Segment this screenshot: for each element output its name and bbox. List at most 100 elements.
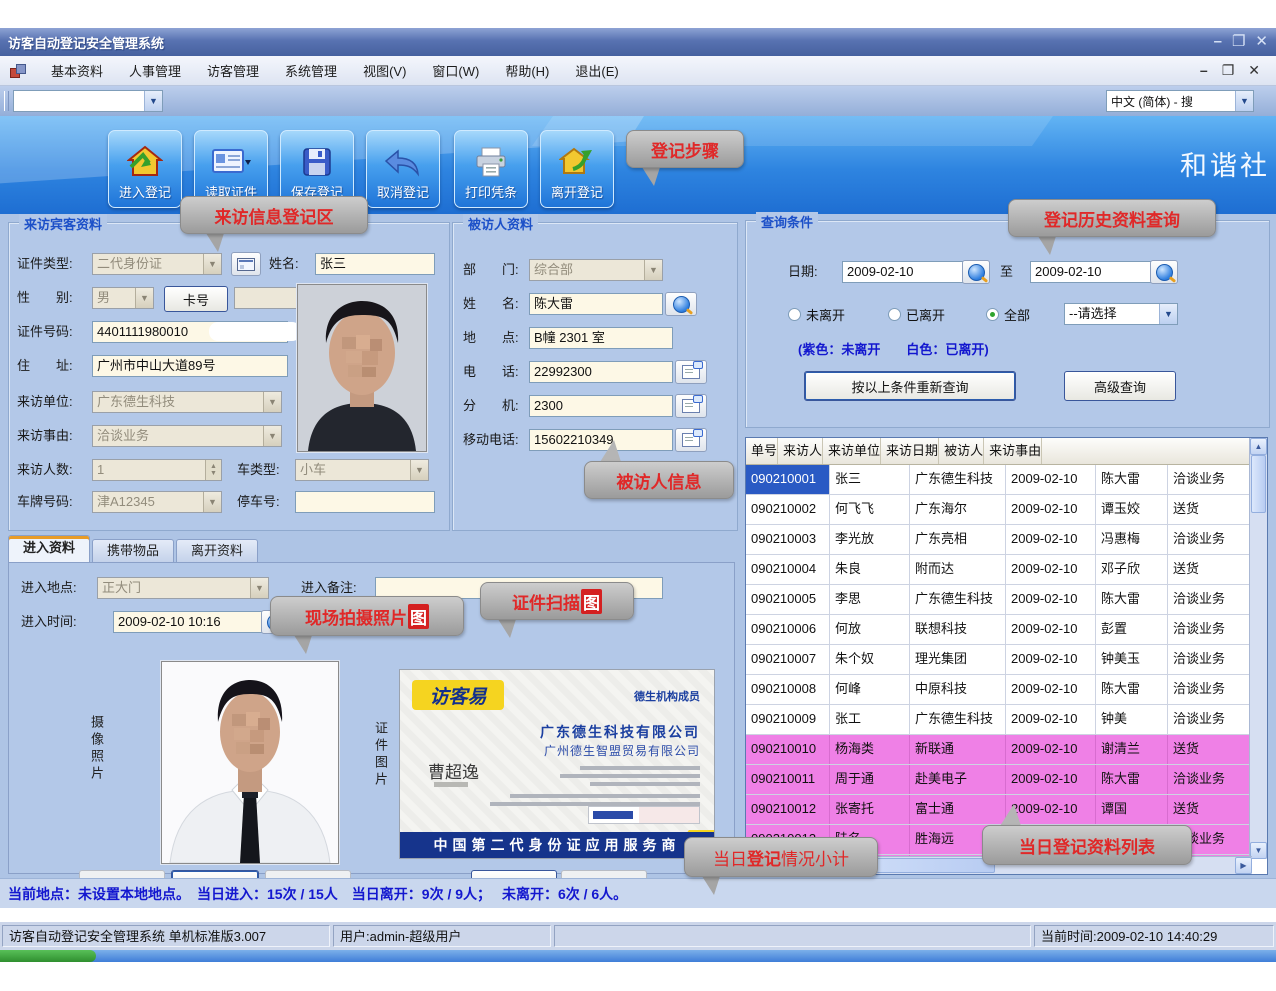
menu-item[interactable]: 系统管理 [272, 57, 350, 84]
quick-combo[interactable]: ▼ [13, 90, 163, 112]
menu-item[interactable]: 退出(E) [562, 57, 631, 84]
dept-combo[interactable]: 综合部 ▼ [529, 259, 663, 281]
card-number-field[interactable] [234, 287, 298, 309]
radio-option[interactable]: 未离开 [788, 305, 845, 324]
card-reader-button[interactable] [231, 252, 261, 276]
table-column-header[interactable]: 来访事由 [984, 438, 1042, 464]
advanced-query-button[interactable]: 高级查询 [1064, 371, 1176, 401]
visitor-count-spinner[interactable]: 1 ▲▼ [92, 459, 222, 481]
menu-item[interactable]: 访客管理 [194, 57, 272, 84]
menu-item[interactable]: 视图(V) [350, 57, 419, 84]
visited-name-field[interactable]: 陈大雷 [529, 293, 663, 315]
cell-visited: 谭国 [1096, 795, 1168, 824]
scroll-right-icon[interactable]: ▶ [1235, 857, 1252, 874]
table-column-header[interactable]: 来访单位 [823, 438, 881, 464]
gender-combo[interactable]: 男 ▼ [92, 287, 154, 309]
menu-item[interactable]: 窗口(W) [419, 57, 492, 84]
table-row[interactable]: 090210003 李光放 广东亮相 2009-02-10 冯惠梅 洽谈业务 [746, 525, 1252, 555]
visitor-name-field[interactable]: 张三 [315, 253, 435, 275]
vehicle-type-combo[interactable]: 小车 ▼ [295, 459, 429, 481]
menu-item[interactable]: 基本资料 [38, 57, 116, 84]
table-row[interactable]: 090210002 何飞飞 广东海尔 2009-02-10 谭玉姣 送货 [746, 495, 1252, 525]
menu-item[interactable]: 帮助(H) [492, 57, 562, 84]
restore-icon[interactable]: ❐ [1232, 34, 1245, 50]
cell-date: 2009-02-10 [1006, 645, 1096, 674]
mdi-close-icon[interactable]: ✕ [1248, 62, 1260, 79]
cancel-registration-button[interactable]: 取消登记 [366, 130, 440, 208]
chevron-down-icon[interactable]: ▼ [203, 492, 221, 512]
close-icon[interactable]: ✕ [1255, 34, 1268, 50]
language-bar[interactable]: 中文 (简体) - 搜 ▼ [1106, 90, 1254, 112]
visit-company-combo[interactable]: 广东德生科技 ▼ [92, 391, 282, 413]
table-row[interactable]: 090210001 张三 广东德生科技 2009-02-10 陈大雷 洽谈业务 [746, 465, 1252, 495]
button-label: 进入登记 [119, 182, 171, 201]
chevron-down-icon[interactable]: ▼ [1235, 91, 1253, 111]
menu-item[interactable]: 人事管理 [116, 57, 194, 84]
entry-time-field[interactable]: 2009-02-10 10:16 [113, 611, 265, 633]
date-from-picker-button[interactable] [962, 260, 990, 284]
card-company-1: 广东德生科技有限公司 [540, 722, 700, 742]
cell-reason: 洽谈业务 [1168, 615, 1252, 644]
location-field[interactable]: B幢 2301 室 [529, 327, 673, 349]
cell-reason: 送货 [1168, 735, 1252, 764]
scroll-down-icon[interactable]: ▼ [1250, 842, 1267, 859]
print-ticket-button[interactable]: 打印凭条 [454, 130, 528, 208]
cert-type-combo[interactable]: 二代身份证 ▼ [92, 253, 222, 275]
plate-combo[interactable]: 津A12345 ▼ [92, 491, 222, 513]
table-row[interactable]: 090210007 朱个奴 理光集团 2009-02-10 钟美玉 洽谈业务 [746, 645, 1252, 675]
tab-carried-items[interactable]: 携带物品 [92, 539, 174, 562]
table-column-header[interactable]: 被访人 [939, 438, 984, 464]
callout-daily-summary: 当日登记情况小计 [684, 837, 878, 877]
mdi-minimize-icon[interactable]: – [1200, 62, 1208, 79]
radio-option[interactable]: 已离开 [888, 305, 945, 324]
minimize-icon[interactable]: – [1214, 34, 1222, 50]
table-row[interactable]: 090210005 李思 广东德生科技 2009-02-10 陈大雷 洽谈业务 [746, 585, 1252, 615]
address-field[interactable]: 广州市中山大道89号 [92, 355, 288, 377]
mdi-restore-icon[interactable]: ❐ [1222, 62, 1235, 79]
card-number-button[interactable]: 卡号 [164, 286, 228, 312]
table-row[interactable]: 090210004 朱良 附而达 2009-02-10 邓子欣 送货 [746, 555, 1252, 585]
spinner-arrows-icon[interactable]: ▲▼ [205, 460, 221, 480]
entry-place-combo[interactable]: 正大门 ▼ [97, 577, 269, 599]
table-column-header[interactable]: 来访日期 [881, 438, 939, 464]
phone-field[interactable]: 22992300 [529, 361, 673, 383]
search-person-button[interactable] [665, 292, 697, 316]
enter-registration-button[interactable]: 进入登记 [108, 130, 182, 208]
radio-option[interactable]: 全部 [986, 305, 1030, 324]
table-row[interactable]: 090210009 张工 广东德生科技 2009-02-10 钟美 洽谈业务 [746, 705, 1252, 735]
chevron-down-icon[interactable]: ▼ [203, 254, 221, 274]
scroll-up-icon[interactable]: ▲ [1250, 438, 1267, 455]
leave-registration-button[interactable]: 离开登记 [540, 130, 614, 208]
date-to-picker-button[interactable] [1150, 260, 1178, 284]
statusbar-time: 当前时间:2009-02-10 14:40:29 [1034, 925, 1274, 947]
table-row[interactable]: 090210010 杨海类 新联通 2009-02-10 谢清兰 送货 [746, 735, 1252, 765]
chevron-down-icon[interactable]: ▼ [144, 91, 162, 111]
table-column-header[interactable]: 来访人 [778, 438, 823, 464]
table-row[interactable]: 090210011 周于通 赴美电子 2009-02-10 陈大雷 洽谈业务 [746, 765, 1252, 795]
vertical-scrollbar[interactable]: ▲ ▼ [1249, 438, 1267, 859]
call-mobile-button[interactable] [675, 428, 707, 452]
chevron-down-icon[interactable]: ▼ [644, 260, 662, 280]
chevron-down-icon[interactable]: ▼ [135, 288, 153, 308]
filter-select[interactable]: --请选择 ▼ [1064, 303, 1178, 325]
tab-leave-info[interactable]: 离开资料 [176, 539, 258, 562]
date-from-field[interactable]: 2009-02-10 [842, 261, 966, 283]
chevron-down-icon[interactable]: ▼ [263, 426, 281, 446]
table-column-header[interactable]: 单号 [746, 438, 778, 464]
call-phone-button[interactable] [675, 360, 707, 384]
table-row[interactable]: 090210006 何放 联想科技 2009-02-10 彭置 洽谈业务 [746, 615, 1252, 645]
vertical-scroll-thumb[interactable] [1251, 455, 1266, 513]
requery-button[interactable]: 按以上条件重新查询 [804, 371, 1016, 401]
date-to-field[interactable]: 2009-02-10 [1030, 261, 1154, 283]
tab-entry-info[interactable]: 进入资料 [8, 535, 90, 562]
chevron-down-icon[interactable]: ▼ [263, 392, 281, 412]
visit-reason-combo[interactable]: 洽谈业务 ▼ [92, 425, 282, 447]
chevron-down-icon[interactable]: ▼ [410, 460, 428, 480]
call-extension-button[interactable] [675, 394, 707, 418]
chevron-down-icon[interactable]: ▼ [250, 578, 268, 598]
table-row[interactable]: 090210012 张寄托 富士通 2009-02-10 谭国 送货 [746, 795, 1252, 825]
parking-field[interactable] [295, 491, 435, 513]
chevron-down-icon[interactable]: ▼ [1159, 304, 1177, 324]
table-row[interactable]: 090210008 何峰 中原科技 2009-02-10 陈大雷 洽谈业务 [746, 675, 1252, 705]
extension-field[interactable]: 2300 [529, 395, 673, 417]
